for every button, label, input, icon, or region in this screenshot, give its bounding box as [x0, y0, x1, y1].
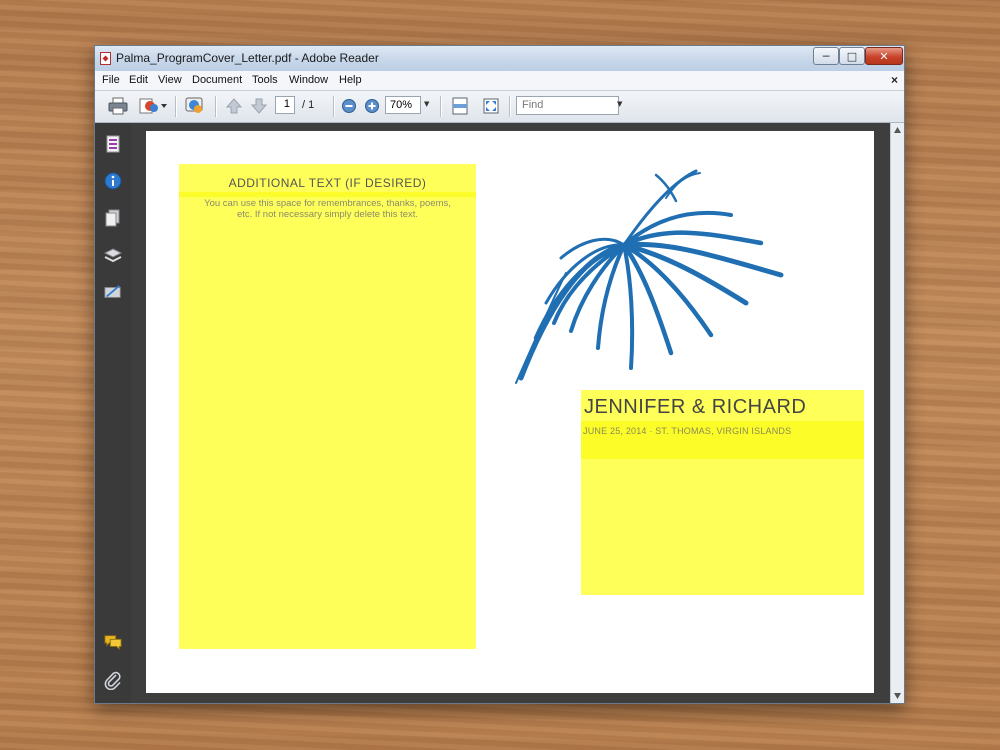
- next-page-button[interactable]: [248, 96, 270, 116]
- zoom-level-input[interactable]: 70%: [385, 96, 421, 114]
- attachments-doc-icon: [105, 209, 120, 227]
- zoom-dropdown-icon[interactable]: ▼: [424, 100, 429, 108]
- zoom-in-icon: [365, 99, 379, 113]
- couple-names: JENNIFER & RICHARD: [584, 396, 807, 418]
- next-page-icon: [250, 98, 268, 114]
- minimize-icon: ─: [822, 49, 830, 63]
- title-bar: Palma_ProgramCover_Letter.pdf - Adobe Re…: [95, 46, 904, 72]
- collaborate-button[interactable]: [183, 96, 207, 116]
- info-icon: [104, 172, 122, 190]
- attachments-doc-button[interactable]: [104, 209, 122, 227]
- close-icon: ✕: [879, 49, 889, 63]
- maximize-icon: □: [846, 49, 858, 63]
- menu-edit[interactable]: Edit: [129, 74, 148, 86]
- previous-page-button[interactable]: [223, 96, 245, 116]
- menu-file[interactable]: File: [102, 74, 120, 86]
- page-count: / 1: [302, 99, 315, 111]
- print-button[interactable]: [107, 96, 129, 116]
- close-button[interactable]: ✕: [865, 47, 903, 65]
- vertical-scrollbar[interactable]: [890, 123, 904, 703]
- print-icon: [108, 97, 128, 115]
- create-icon: [139, 98, 167, 114]
- menu-window[interactable]: Window: [289, 74, 328, 86]
- zoom-out-icon: [342, 99, 356, 113]
- adobe-reader-window: Palma_ProgramCover_Letter.pdf - Adobe Re…: [94, 45, 905, 704]
- comments-panel-button[interactable]: [104, 633, 122, 651]
- full-screen-button[interactable]: [480, 96, 502, 116]
- pages-panel-button[interactable]: [104, 135, 122, 153]
- scroll-up-icon[interactable]: [893, 126, 902, 134]
- menu-help[interactable]: Help: [339, 74, 362, 86]
- menu-document[interactable]: Document: [192, 74, 242, 86]
- document-viewport[interactable]: ADDITIONAL TEXT (IF DESIRED) You can use…: [131, 123, 890, 703]
- toolbar: 1 / 1 70% ▼ Find ▼: [95, 91, 904, 123]
- collaborate-icon: [185, 97, 203, 113]
- full-screen-icon: [483, 98, 499, 114]
- find-dropdown-icon[interactable]: ▼: [617, 100, 622, 108]
- additional-text-body: You can use this space for remembrances,…: [204, 198, 451, 220]
- menu-bar: File Edit View Document Tools Window Hel…: [95, 71, 904, 91]
- page-number-input[interactable]: 1: [275, 96, 295, 114]
- menu-tools[interactable]: Tools: [252, 74, 278, 86]
- navigation-pane: [95, 123, 131, 703]
- signatures-icon: [104, 285, 121, 298]
- maximize-button[interactable]: □: [839, 47, 865, 65]
- additional-text-field[interactable]: ADDITIONAL TEXT (IF DESIRED) You can use…: [179, 164, 476, 649]
- pdf-app-icon: [100, 52, 111, 65]
- attachments-panel-button[interactable]: [104, 671, 122, 690]
- scroll-down-icon[interactable]: [893, 692, 902, 700]
- fit-width-icon: [452, 97, 468, 115]
- fit-width-button[interactable]: [449, 96, 471, 116]
- title-highlight-band: [179, 192, 476, 197]
- close-document-button[interactable]: ×: [891, 73, 898, 87]
- create-button[interactable]: [138, 96, 168, 116]
- layers-icon: [104, 248, 122, 263]
- date-location: JUNE 25, 2014 · ST. THOMAS, VIRGIN ISLAN…: [583, 426, 792, 436]
- find-input[interactable]: Find: [516, 96, 619, 115]
- palm-leaf-illustration: [515, 169, 784, 384]
- zoom-out-button[interactable]: [340, 96, 358, 116]
- previous-page-icon: [225, 98, 243, 114]
- names-field[interactable]: JENNIFER & RICHARD JUNE 25, 2014 · ST. T…: [581, 390, 864, 595]
- additional-text-title: ADDITIONAL TEXT (IF DESIRED): [228, 176, 427, 190]
- pages-icon: [106, 135, 120, 153]
- signatures-panel-button[interactable]: [104, 283, 122, 301]
- window-title: Palma_ProgramCover_Letter.pdf - Adobe Re…: [116, 51, 379, 65]
- comments-icon: [104, 635, 122, 651]
- menu-view[interactable]: View: [158, 74, 182, 86]
- layers-panel-button[interactable]: [104, 247, 122, 265]
- pdf-page: ADDITIONAL TEXT (IF DESIRED) You can use…: [146, 131, 874, 693]
- zoom-in-button[interactable]: [363, 96, 381, 116]
- paperclip-icon: [104, 671, 121, 690]
- info-panel-button[interactable]: [104, 172, 122, 190]
- minimize-button[interactable]: ─: [813, 47, 839, 65]
